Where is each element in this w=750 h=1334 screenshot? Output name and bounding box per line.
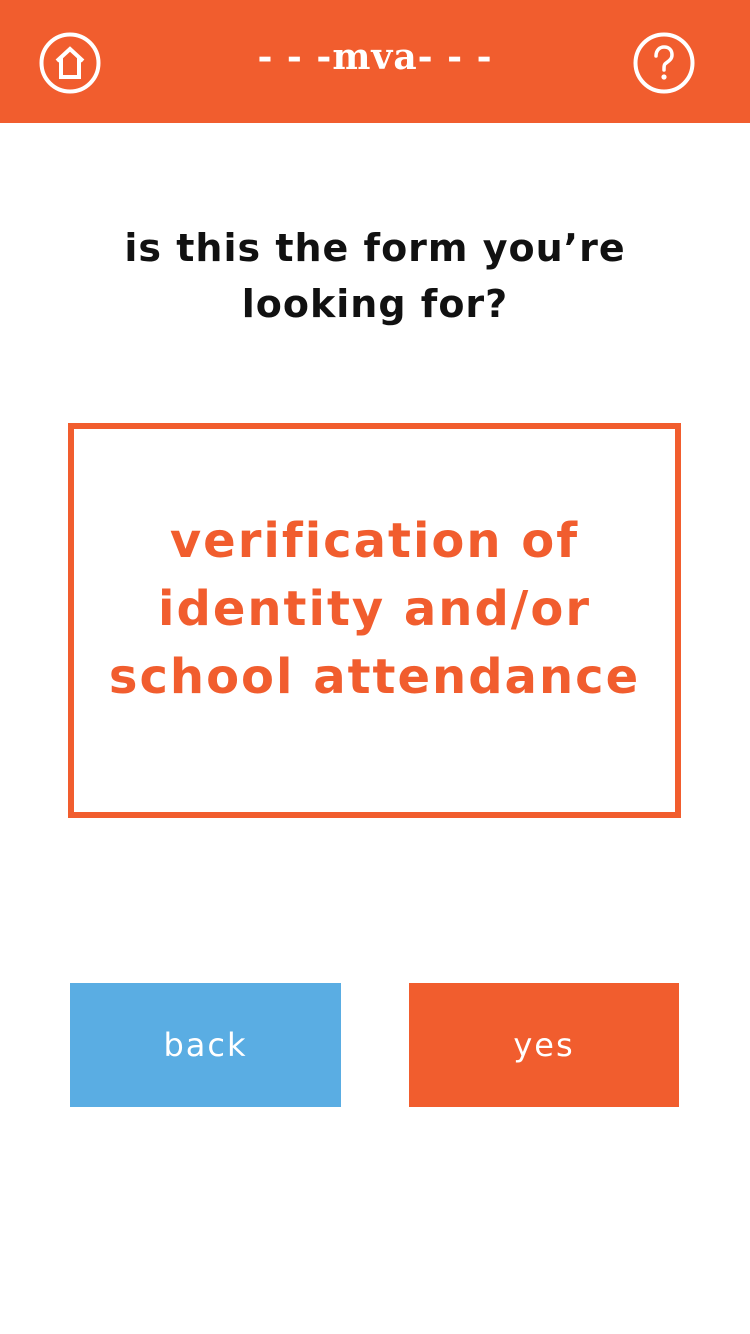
help-button[interactable] [633, 32, 695, 94]
question-heading: is this the form you’re looking for? [124, 226, 626, 326]
back-button[interactable]: back [70, 983, 341, 1107]
form-name: verification of identity and/or school a… [108, 513, 641, 705]
yes-button[interactable]: yes [409, 983, 679, 1107]
form-card: verification of identity and/or school a… [68, 423, 681, 818]
app-header: - - -mva- - - [0, 0, 750, 123]
help-icon [633, 32, 695, 94]
